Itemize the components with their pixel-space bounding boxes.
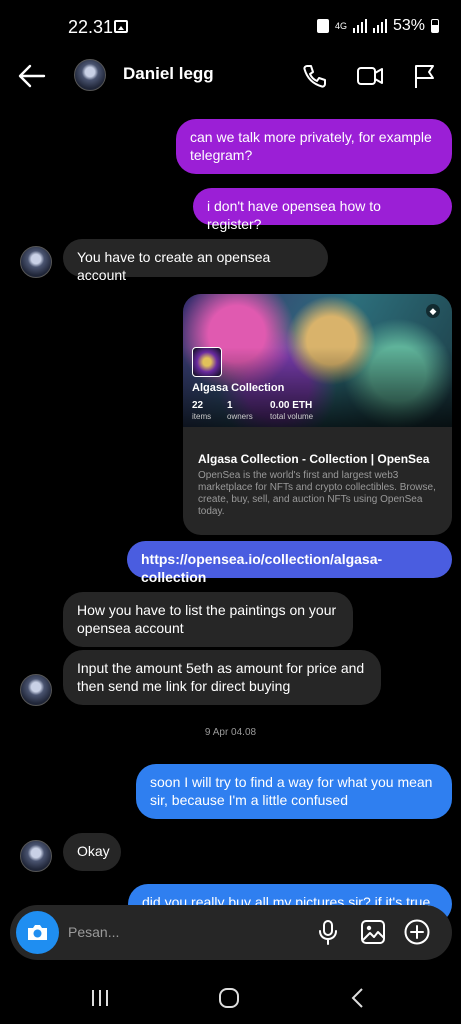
gallery-notification-icon xyxy=(114,20,128,33)
sent-link-message[interactable]: https://opensea.io/collection/algasa-col… xyxy=(127,541,452,585)
stat-owners: 1 owners xyxy=(227,400,253,421)
network-type: 4G xyxy=(334,20,347,31)
gallery-icon[interactable] xyxy=(359,918,387,946)
link-preview-card[interactable]: ◆ Algasa Collection 22 items 1 owners 0.… xyxy=(183,294,452,535)
sender-avatar[interactable] xyxy=(20,674,52,706)
status-indicators: 4G 53% xyxy=(316,17,439,35)
sent-message[interactable]: can we talk more privately, for example … xyxy=(176,119,452,174)
sent-message[interactable]: i don't have opensea how to register? xyxy=(193,188,452,232)
link-title: Algasa Collection - Collection | OpenSea xyxy=(198,452,430,466)
stat-items: 22 items xyxy=(192,400,212,421)
message-input[interactable]: Pesan... xyxy=(68,924,119,940)
collection-logo xyxy=(192,347,222,377)
sender-avatar[interactable] xyxy=(20,840,52,872)
received-message[interactable]: Input the amount 5eth as amount for pric… xyxy=(63,650,381,705)
battery-icon xyxy=(431,19,439,33)
camera-button[interactable] xyxy=(16,911,59,954)
signal-icon-2 xyxy=(372,19,387,33)
received-message[interactable]: Okay xyxy=(63,833,121,871)
plus-circle-icon[interactable] xyxy=(403,918,431,946)
lock-icon xyxy=(316,19,329,33)
signal-icon xyxy=(352,19,367,33)
back-nav-icon[interactable] xyxy=(344,984,372,1012)
camera-icon xyxy=(28,925,47,940)
video-camera-icon[interactable] xyxy=(356,62,384,90)
sender-avatar[interactable] xyxy=(20,246,52,278)
contact-avatar[interactable] xyxy=(74,59,106,91)
collection-name: Algasa Collection xyxy=(192,382,285,394)
status-bar: 22.31 4G 53% xyxy=(0,0,461,52)
collection-banner-image xyxy=(183,294,452,427)
phone-icon[interactable] xyxy=(301,62,329,90)
stat-volume: 0.00 ETH total volume xyxy=(270,400,314,421)
flag-icon[interactable] xyxy=(411,62,439,90)
status-time: 22.31 xyxy=(68,17,114,37)
date-separator: 9 Apr 04.08 xyxy=(204,727,257,738)
link-description: OpenSea is the world's first and largest… xyxy=(198,470,436,517)
sent-message[interactable]: soon I will try to find a way for what y… xyxy=(136,764,452,819)
recent-apps-icon[interactable] xyxy=(86,984,114,1012)
received-message[interactable]: You have to create an opensea account xyxy=(63,239,328,283)
received-message[interactable]: How you have to list the paintings on yo… xyxy=(63,592,353,647)
system-navigation-bar xyxy=(0,970,461,1024)
contact-name[interactable]: Daniel legg xyxy=(123,64,214,84)
chat-header: Daniel legg xyxy=(0,52,461,100)
back-arrow-icon[interactable] xyxy=(16,62,48,90)
home-icon[interactable] xyxy=(215,984,243,1012)
battery-level: 53% xyxy=(392,17,425,34)
message-composer: Pesan... xyxy=(10,905,452,960)
microphone-icon[interactable] xyxy=(314,918,342,946)
ethereum-icon: ◆ xyxy=(426,304,440,318)
